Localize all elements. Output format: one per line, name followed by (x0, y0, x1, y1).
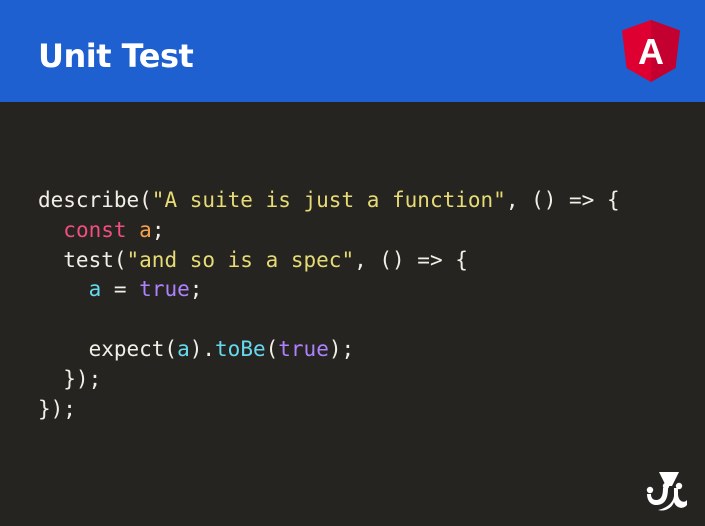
code-token: true (278, 336, 329, 361)
code-token: a (139, 217, 152, 242)
code-token: ; (189, 277, 203, 302)
code-line: test("and so is a spec", () => { (38, 248, 468, 272)
code-token: "A suite is just a function" (151, 188, 506, 212)
code-token: ; (151, 217, 165, 242)
code-token: "and so is a spec" (126, 247, 355, 272)
code-token: ). (189, 336, 216, 361)
slide-header: Unit Test A (0, 0, 705, 102)
slide-title: Unit Test (38, 37, 194, 75)
code-token: }); (38, 366, 102, 391)
code-block: describe("A suite is just a function", (… (38, 186, 620, 424)
code-line: const a; (38, 218, 164, 242)
code-line: }); (38, 397, 76, 421)
angular-logo-icon: A (622, 20, 680, 82)
angular-logo-letter: A (638, 31, 664, 72)
code-token: true (139, 277, 190, 302)
code-token: , () => { (505, 188, 620, 212)
code-line: a = true; (38, 277, 203, 302)
code-token: expect( (38, 336, 178, 361)
code-line: describe("A suite is just a function", (… (38, 188, 620, 212)
code-token: a (177, 336, 190, 361)
code-token: }); (38, 396, 76, 421)
jest-logo-icon (646, 472, 687, 511)
code-token: ); (328, 336, 355, 361)
code-token: , () => { (354, 247, 468, 272)
code-token: = (101, 277, 140, 302)
code-token: a (88, 277, 102, 302)
code-line: expect(a).toBe(true); (38, 336, 355, 361)
code-token: toBe (215, 336, 266, 361)
code-line: }); (38, 367, 101, 391)
code-token: describe( (38, 188, 152, 212)
code-token: ( (265, 336, 279, 361)
code-token: test( (38, 247, 127, 272)
slide: Unit Test A describe("A suite is just a … (0, 0, 705, 526)
code-token: const (63, 217, 127, 242)
